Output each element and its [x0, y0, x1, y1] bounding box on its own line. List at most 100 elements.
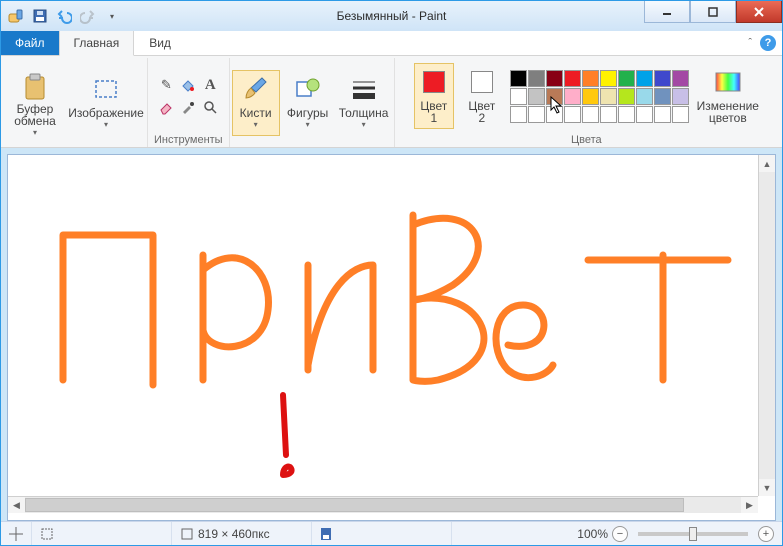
- scroll-left-icon[interactable]: ◀: [8, 497, 25, 513]
- palette-color[interactable]: [600, 70, 617, 87]
- tab-view[interactable]: Вид: [134, 31, 186, 55]
- scrollbar-horizontal[interactable]: ◀ ▶: [8, 496, 758, 513]
- pencil-icon[interactable]: ✎: [156, 75, 176, 95]
- palette-color[interactable]: [582, 70, 599, 87]
- disk-icon: [320, 527, 332, 541]
- palette-color[interactable]: [510, 88, 527, 105]
- close-button[interactable]: [736, 1, 782, 23]
- maximize-button[interactable]: [690, 1, 736, 23]
- palette-color[interactable]: [564, 88, 581, 105]
- color-picker-icon[interactable]: [178, 97, 198, 117]
- scrollbar-vertical[interactable]: ▲ ▼: [758, 155, 775, 496]
- status-selection: [32, 522, 172, 545]
- clipboard-button[interactable]: Буфер обмена: [11, 70, 59, 136]
- drawing-canvas[interactable]: [8, 155, 763, 482]
- palette-color[interactable]: [582, 88, 599, 105]
- brush-icon: [240, 73, 272, 105]
- app-window: ▾ Безымянный - Paint Файл Главная Вид ˆ …: [0, 0, 783, 546]
- tab-home[interactable]: Главная: [59, 31, 135, 56]
- palette-color[interactable]: [600, 88, 617, 105]
- zoom-level: 100%: [577, 527, 608, 541]
- size-button[interactable]: Толщина: [340, 70, 388, 136]
- palette-color[interactable]: [618, 106, 635, 123]
- palette-color[interactable]: [654, 70, 671, 87]
- color1-swatch: [423, 71, 445, 93]
- file-menu[interactable]: Файл: [1, 31, 59, 55]
- scroll-v-track[interactable]: [759, 172, 775, 479]
- palette-color[interactable]: [582, 106, 599, 123]
- group-tools: ✎ A Инструменты: [148, 58, 230, 147]
- status-canvas-size: 819 × 460пкс: [172, 522, 312, 545]
- crosshair-icon: [9, 527, 23, 541]
- title-bar: ▾ Безымянный - Paint: [1, 1, 782, 31]
- canvas-area: ▲ ▼ ◀ ▶: [1, 148, 782, 521]
- zoom-slider[interactable]: [638, 532, 748, 536]
- redo-icon[interactable]: [77, 5, 99, 27]
- zoom-out-button[interactable]: −: [612, 526, 628, 542]
- palette-color[interactable]: [528, 106, 545, 123]
- select-icon: [90, 73, 122, 105]
- palette-color[interactable]: [654, 88, 671, 105]
- window-controls: [644, 1, 782, 23]
- save-icon[interactable]: [29, 5, 51, 27]
- palette-color[interactable]: [618, 70, 635, 87]
- tools-grid: ✎ A: [156, 75, 220, 117]
- quick-access-toolbar: ▾: [1, 5, 123, 27]
- scroll-h-thumb[interactable]: [25, 498, 684, 512]
- magnifier-icon[interactable]: [200, 97, 220, 117]
- scroll-down-icon[interactable]: ▼: [759, 479, 775, 496]
- edit-colors-icon: [712, 66, 744, 98]
- status-cursor-pos: [1, 522, 32, 545]
- canvas-viewport: [7, 154, 776, 521]
- palette-color[interactable]: [636, 70, 653, 87]
- color1-button[interactable]: Цвет 1: [414, 63, 454, 129]
- menu-bar: Файл Главная Вид ˆ ?: [1, 31, 782, 56]
- palette-color[interactable]: [546, 88, 563, 105]
- image-select-button[interactable]: Изображение: [71, 70, 141, 136]
- group-size: Толщина: [334, 58, 395, 147]
- scroll-up-icon[interactable]: ▲: [759, 155, 775, 172]
- ribbon: Буфер обмена Изображение ✎ A: [1, 56, 782, 148]
- palette-color[interactable]: [672, 70, 689, 87]
- help-icon[interactable]: ?: [760, 35, 776, 51]
- color2-button[interactable]: Цвет 2: [462, 63, 502, 129]
- palette-color[interactable]: [672, 106, 689, 123]
- palette-color[interactable]: [528, 88, 545, 105]
- fill-icon[interactable]: [178, 75, 198, 95]
- text-icon[interactable]: A: [200, 75, 220, 95]
- undo-icon[interactable]: [53, 5, 75, 27]
- size-icon: [348, 73, 380, 105]
- palette-color[interactable]: [618, 88, 635, 105]
- colors-group-label: Цвета: [571, 134, 602, 146]
- status-bar: 819 × 460пкс 100% − +: [1, 521, 782, 545]
- palette-color[interactable]: [546, 70, 563, 87]
- palette-color[interactable]: [528, 70, 545, 87]
- app-icon[interactable]: [5, 5, 27, 27]
- zoom-controls: 100% − +: [569, 522, 782, 545]
- palette-color[interactable]: [654, 106, 671, 123]
- scroll-right-icon[interactable]: ▶: [741, 497, 758, 513]
- palette-color[interactable]: [510, 70, 527, 87]
- group-image: Изображение: [65, 58, 148, 147]
- palette-color[interactable]: [510, 106, 527, 123]
- qat-dropdown-icon[interactable]: ▾: [101, 5, 123, 27]
- edit-colors-button[interactable]: Изменение цветов: [697, 63, 759, 129]
- palette-color[interactable]: [672, 88, 689, 105]
- palette-color[interactable]: [636, 88, 653, 105]
- palette-color[interactable]: [600, 106, 617, 123]
- group-shapes: Фигуры: [282, 58, 334, 147]
- palette-color[interactable]: [636, 106, 653, 123]
- zoom-in-button[interactable]: +: [758, 526, 774, 542]
- palette-color[interactable]: [564, 106, 581, 123]
- minimize-button[interactable]: [644, 1, 690, 23]
- palette-color[interactable]: [564, 70, 581, 87]
- zoom-slider-handle[interactable]: [689, 527, 697, 541]
- palette-color[interactable]: [546, 106, 563, 123]
- scroll-h-track[interactable]: [25, 497, 741, 513]
- selection-size-icon: [40, 527, 54, 541]
- collapse-ribbon-icon[interactable]: ˆ: [748, 37, 752, 49]
- brushes-button[interactable]: Кисти: [232, 70, 280, 136]
- eraser-icon[interactable]: [156, 97, 176, 117]
- shapes-button[interactable]: Фигуры: [284, 70, 332, 136]
- group-brushes: Кисти: [230, 58, 282, 147]
